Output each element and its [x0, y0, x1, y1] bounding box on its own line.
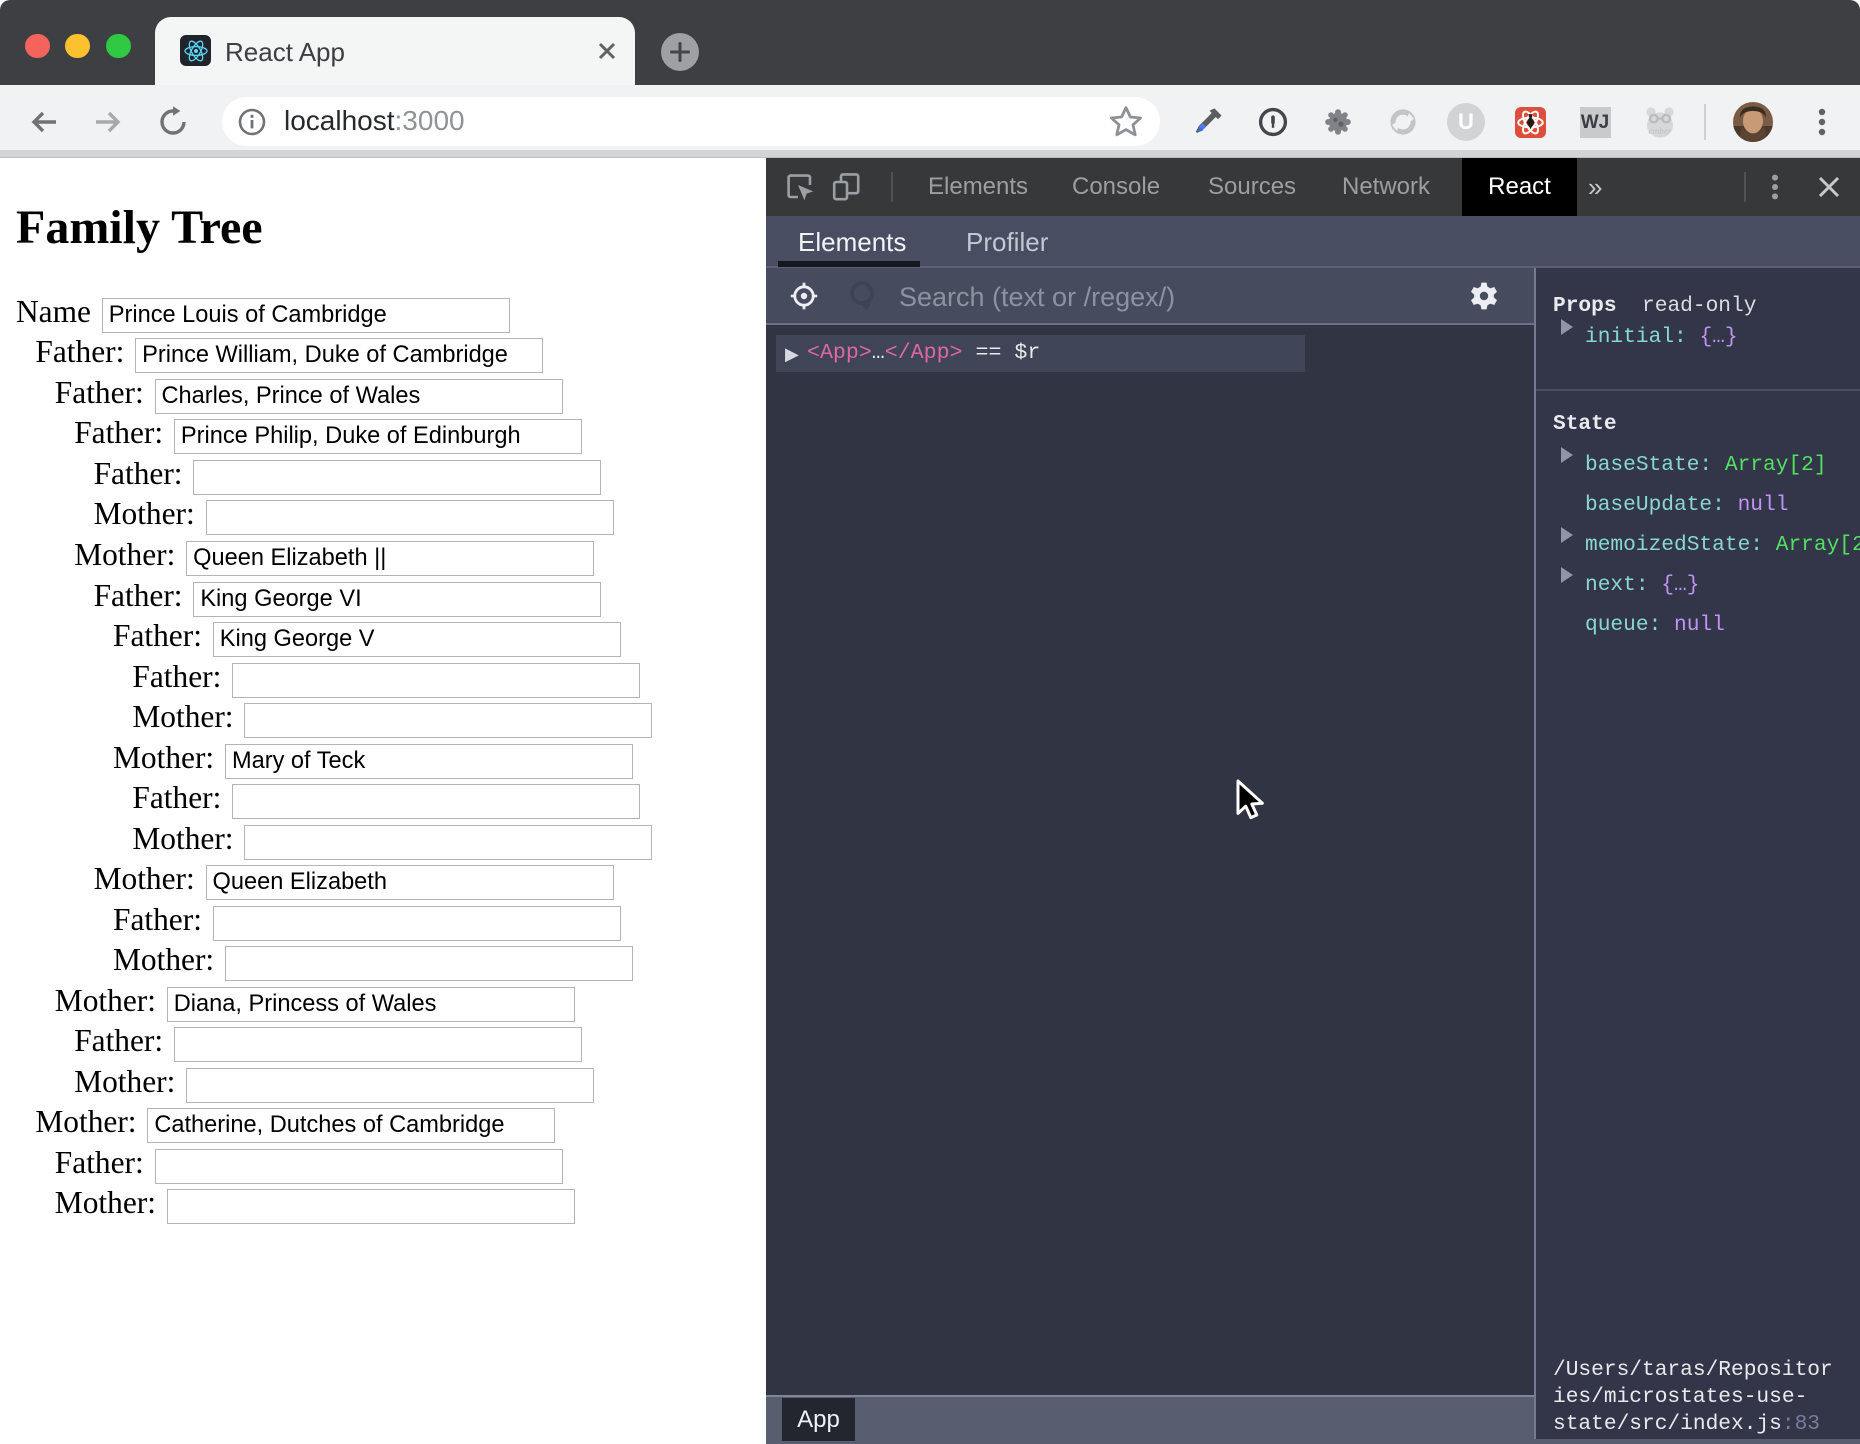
svg-text:ember: ember [1649, 126, 1672, 136]
